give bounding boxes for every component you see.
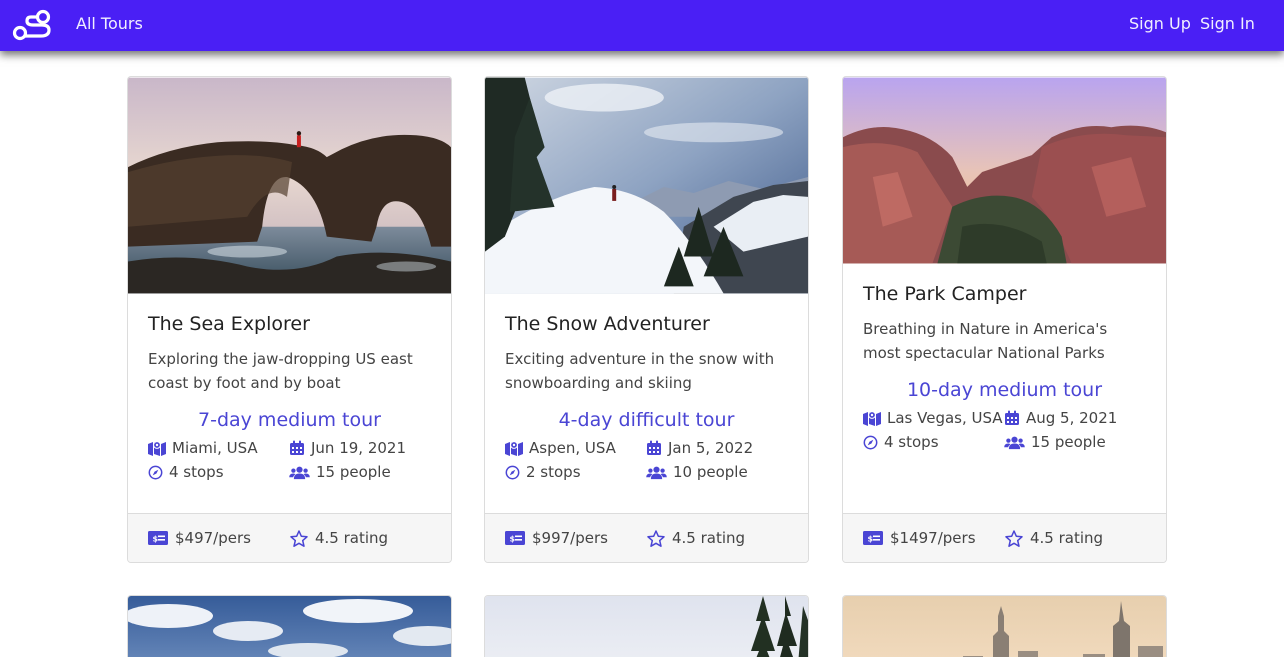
tour-stops: 4 stops [863, 433, 939, 451]
star-icon [1005, 530, 1023, 547]
tour-location: Las Vegas, USA [863, 409, 1003, 427]
tour-stops: 2 stops [505, 463, 581, 481]
tour-rating: 4.5 rating [647, 529, 745, 547]
tour-image [843, 77, 1166, 264]
compass-icon [505, 465, 520, 480]
tour-price: $1497/pers [863, 529, 976, 547]
tour-title[interactable]: The Park Camper [863, 283, 1146, 305]
tour-card[interactable]: The Park Camper Breathing in Nature in A… [842, 76, 1167, 563]
money-bill-icon [863, 531, 883, 545]
tour-stops: 4 stops [148, 463, 224, 481]
tour-card[interactable]: The Sea Explorer Exploring the jaw-dropp… [127, 76, 452, 563]
route-logo-icon[interactable] [11, 8, 53, 42]
tour-description: Exploring the jaw-dropping US east coast… [148, 350, 413, 392]
users-icon [289, 465, 310, 480]
tour-price: $997/pers [505, 529, 608, 547]
card-footer: $1497/pers 4.5 rating [843, 513, 1166, 562]
tour-duration-difficulty: 10-day medium tour [906, 379, 1103, 401]
tour-card-partial[interactable] [127, 595, 452, 657]
tour-meta: Miami, USA Jun 19, 2021 4 stops 15 peopl… [148, 439, 431, 487]
tour-card[interactable]: The Snow Adventurer Exciting adventure i… [484, 76, 809, 563]
users-icon [1004, 435, 1025, 450]
tour-date: Aug 5, 2021 [1004, 409, 1117, 427]
tour-date: Jun 19, 2021 [289, 439, 406, 457]
map-location-icon [505, 440, 523, 456]
tour-image [128, 596, 451, 657]
tour-location: Miami, USA [148, 439, 258, 457]
tour-title[interactable]: The Snow Adventurer [505, 313, 788, 335]
calendar-icon [289, 440, 305, 456]
tour-duration-difficulty: 7-day medium tour [198, 409, 381, 431]
tour-description: Exciting adventure in the snow with snow… [505, 350, 775, 392]
map-location-icon [863, 410, 881, 426]
tour-card-partial[interactable] [842, 595, 1167, 657]
top-navbar: All Tours Sign Up Sign In [0, 0, 1284, 51]
calendar-icon [646, 440, 662, 456]
tour-image [128, 77, 451, 294]
tour-image [485, 596, 808, 657]
tour-group-size: 10 people [646, 463, 748, 481]
money-bill-icon [505, 531, 525, 545]
tour-price: $497/pers [148, 529, 251, 547]
tour-duration-difficulty: 4-day difficult tour [558, 409, 735, 431]
users-icon [646, 465, 667, 480]
tour-description: Breathing in Nature in America's most sp… [863, 320, 1108, 362]
tour-image [485, 77, 808, 294]
tour-group-size: 15 people [289, 463, 391, 481]
tour-image [843, 596, 1166, 657]
star-icon [290, 530, 308, 547]
compass-icon [863, 435, 878, 450]
tour-rating: 4.5 rating [290, 529, 388, 547]
card-footer: $497/pers 4.5 rating [128, 513, 451, 562]
tour-title[interactable]: The Sea Explorer [148, 313, 431, 335]
calendar-icon [1004, 410, 1020, 426]
star-icon [647, 530, 665, 547]
map-location-icon [148, 440, 166, 456]
card-footer: $997/pers 4.5 rating [485, 513, 808, 562]
tour-meta: Las Vegas, USA Aug 5, 2021 4 stops 15 pe… [863, 409, 1146, 457]
money-bill-icon [148, 531, 168, 545]
nav-sign-up-link[interactable]: Sign Up [1129, 14, 1191, 33]
tour-date: Jan 5, 2022 [646, 439, 753, 457]
tour-location: Aspen, USA [505, 439, 616, 457]
tour-group-size: 15 people [1004, 433, 1106, 451]
tour-card-partial[interactable] [484, 595, 809, 657]
nav-all-tours-link[interactable]: All Tours [76, 14, 143, 33]
nav-sign-in-link[interactable]: Sign In [1200, 14, 1255, 33]
tour-meta: Aspen, USA Jan 5, 2022 2 stops 10 people [505, 439, 788, 487]
tour-rating: 4.5 rating [1005, 529, 1103, 547]
compass-icon [148, 465, 163, 480]
